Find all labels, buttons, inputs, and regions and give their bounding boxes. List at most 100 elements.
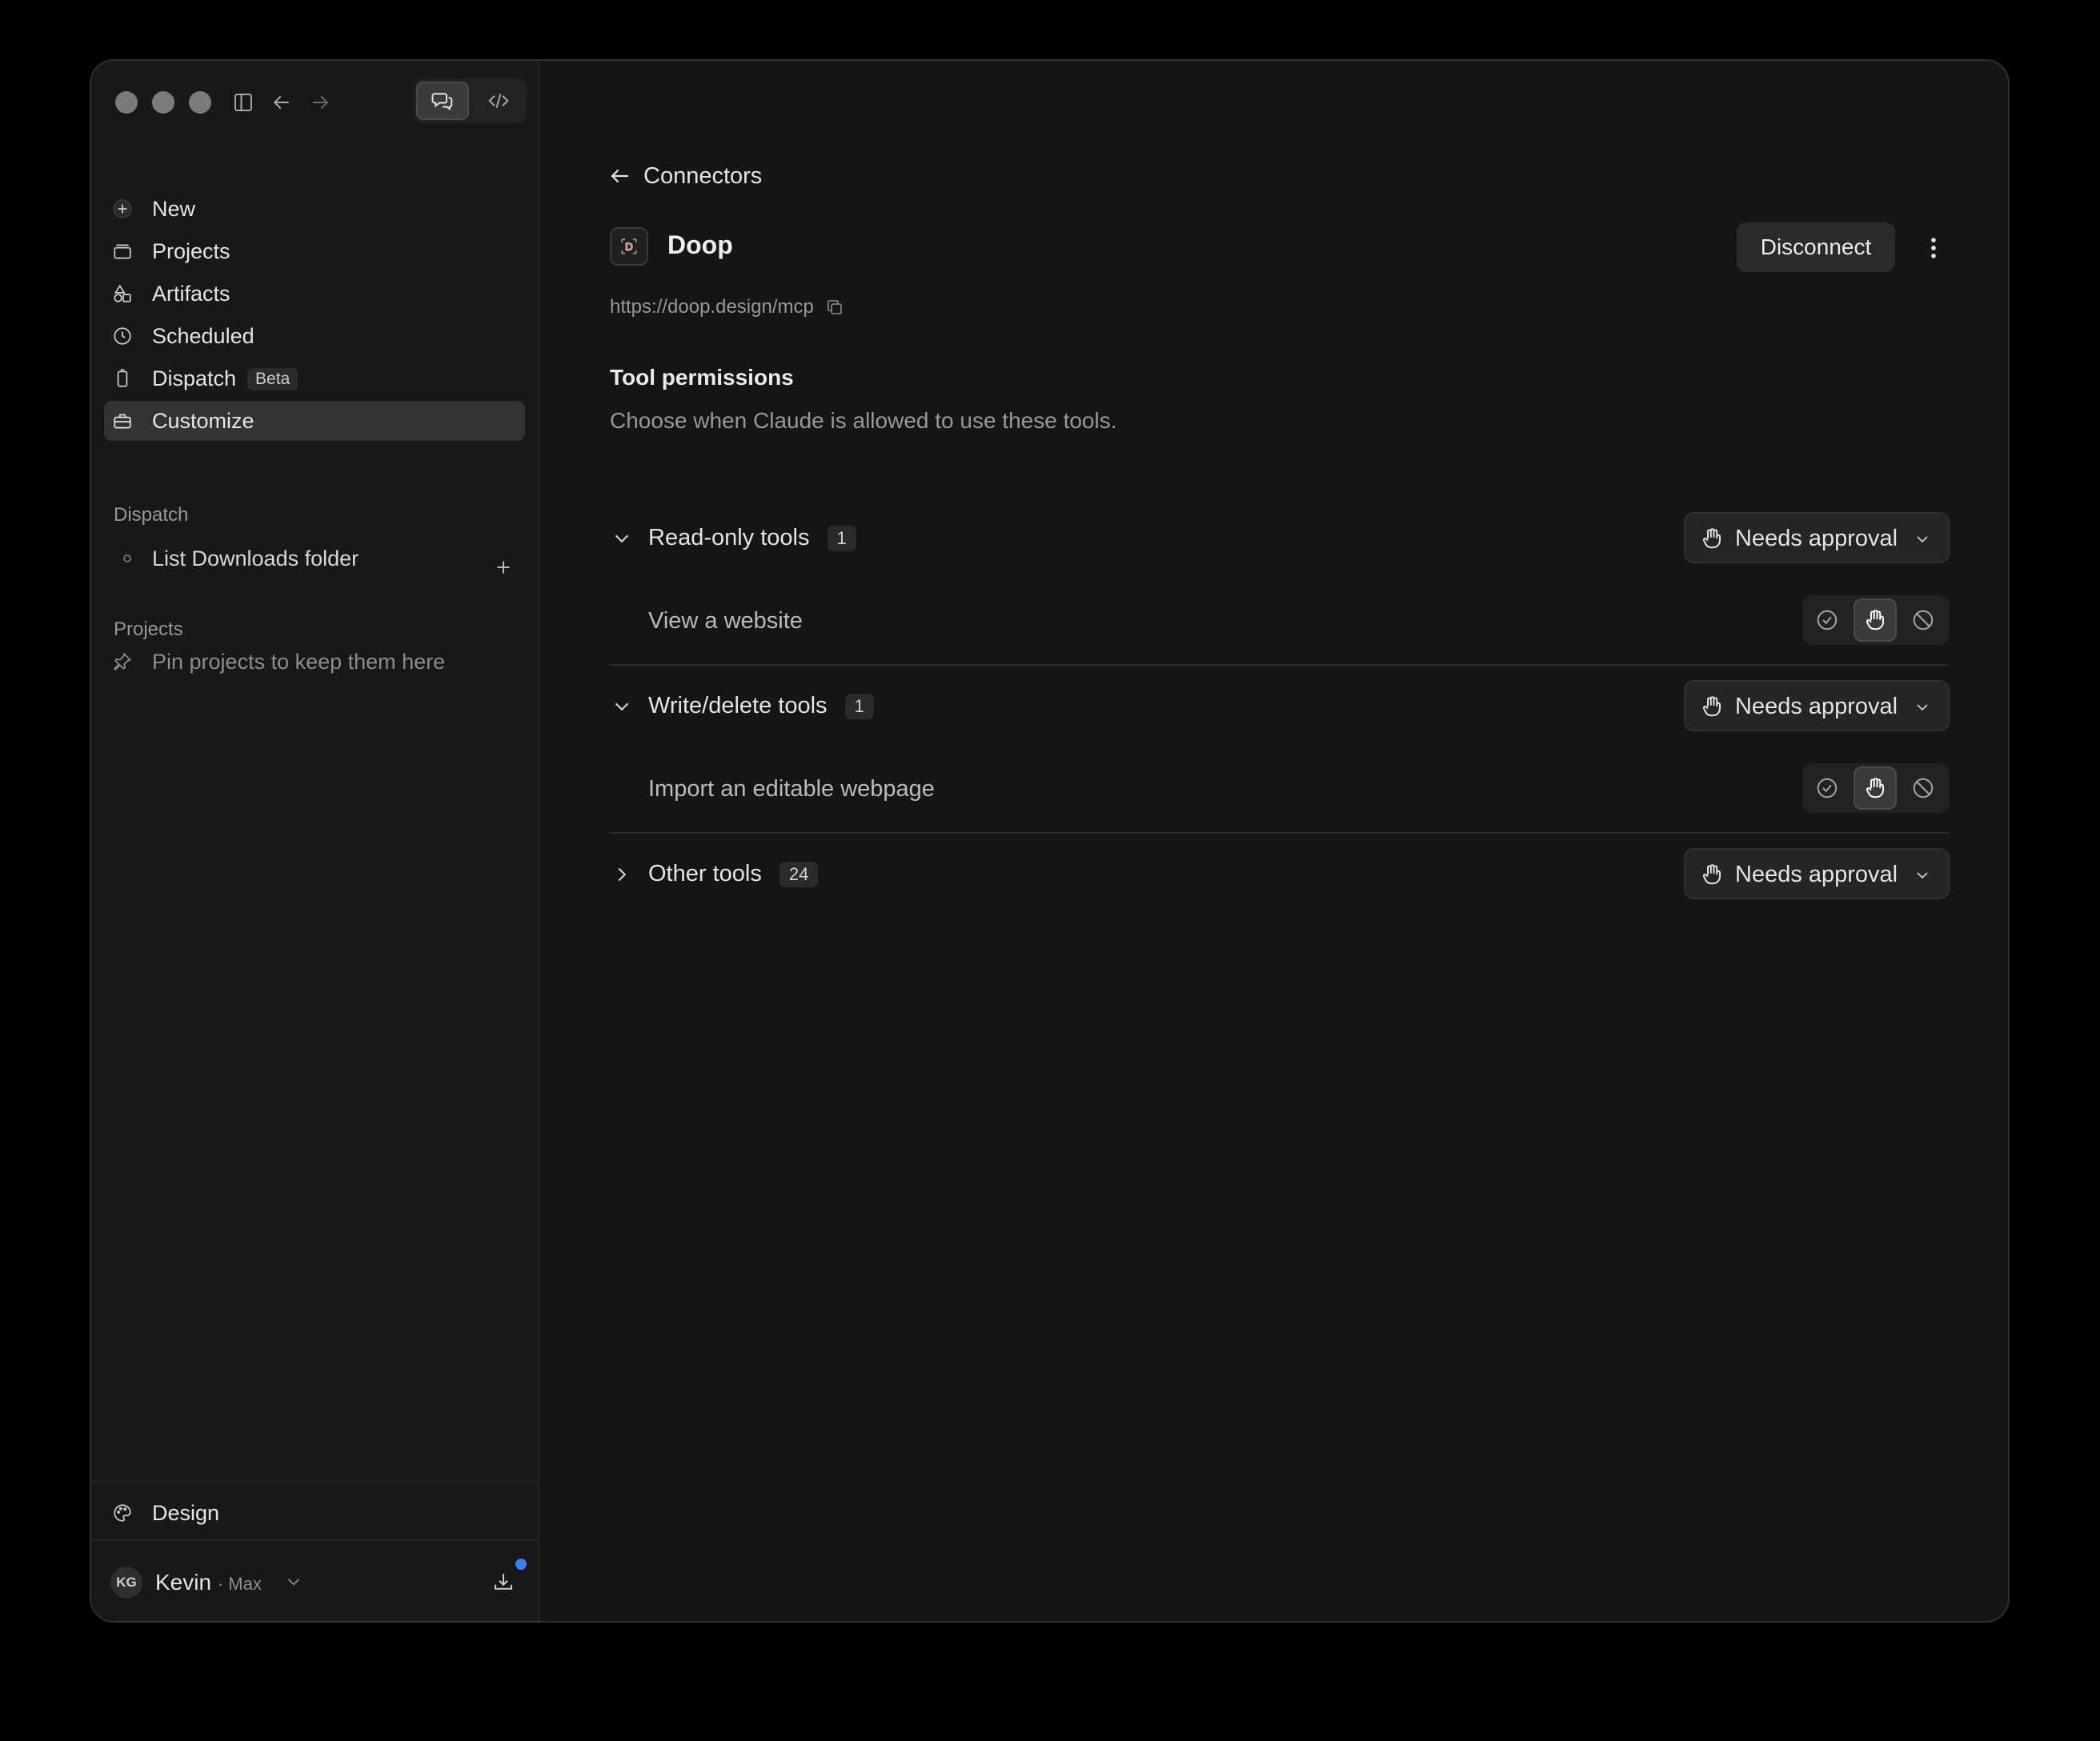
arrow-left-icon: [611, 169, 628, 183]
count-badge: 1: [827, 525, 856, 551]
beta-badge: Beta: [247, 368, 299, 391]
group-label: Other tools: [648, 861, 762, 887]
nav-projects[interactable]: Projects: [104, 231, 525, 271]
chat-bubbles-icon: [431, 93, 453, 110]
group-label-wrap[interactable]: Other tools 24: [648, 861, 819, 887]
block-button[interactable]: [1902, 598, 1945, 642]
chevron-down-icon[interactable]: [610, 526, 634, 550]
needs-approval-button[interactable]: [1854, 766, 1897, 810]
user-plan: · Max: [217, 1574, 262, 1594]
always-allow-button[interactable]: [1805, 598, 1849, 642]
status-dot: [123, 554, 131, 562]
forward-arrow-icon[interactable]: [306, 88, 335, 117]
permission-segmented-control: [1802, 763, 1950, 813]
hand-icon: [1702, 696, 1721, 717]
block-icon: [1913, 610, 1934, 630]
user-name: Kevin: [155, 1570, 212, 1595]
group-label-wrap[interactable]: Read-only tools 1: [648, 525, 856, 551]
dispatch-item-list-downloads[interactable]: List Downloads folder: [104, 538, 525, 578]
row-divider: [610, 832, 1950, 834]
sidebar-divider: [91, 1480, 538, 1482]
always-allow-button[interactable]: [1805, 766, 1849, 810]
connector-name: Doop: [667, 230, 733, 259]
sidebar: New Projects Artifacts Scheduled Dispatc…: [91, 61, 539, 1621]
back-arrow-icon[interactable]: [267, 88, 296, 117]
approval-dropdown[interactable]: Needs approval: [1684, 848, 1950, 899]
nav-artifacts[interactable]: Artifacts: [104, 274, 525, 314]
hand-icon: [1702, 864, 1721, 885]
block-icon: [1913, 778, 1934, 798]
hand-icon: [1702, 528, 1721, 549]
group-read-only: Read-only tools 1 Needs approval: [610, 512, 1950, 565]
tool-row: View a website: [610, 595, 1950, 646]
approval-dropdown[interactable]: Needs approval: [1684, 512, 1950, 563]
group-label: Write/delete tools: [648, 693, 828, 718]
row-divider: [610, 664, 1950, 666]
group-write-delete: Write/delete tools 1 Needs approval: [610, 680, 1950, 733]
nav-new-label: New: [152, 196, 196, 221]
connector-url-row: https://doop.design/mcp: [610, 296, 844, 318]
copy-icon[interactable]: [825, 298, 844, 317]
permission-segmented-control: [1802, 595, 1950, 645]
clock-icon: [112, 326, 133, 346]
nav-scheduled-label: Scheduled: [152, 323, 254, 348]
chat-mode-button[interactable]: [416, 82, 469, 120]
chevron-down-icon[interactable]: [283, 1571, 304, 1592]
group-other: Other tools 24 Needs approval: [610, 848, 1950, 901]
design-label: Design: [152, 1500, 220, 1525]
nav-artifacts-label: Artifacts: [152, 281, 230, 306]
tool-label: View a website: [648, 608, 803, 634]
more-options-button[interactable]: [1918, 230, 1950, 266]
design-button[interactable]: Design: [104, 1493, 525, 1533]
approval-dropdown[interactable]: Needs approval: [1684, 680, 1950, 731]
tool-permissions-description: Choose when Claude is allowed to use the…: [610, 408, 1117, 433]
tool-row: Import an editable webpage: [610, 763, 1950, 814]
user-menu[interactable]: KG Kevin · Max: [91, 1539, 538, 1621]
projects-empty-hint: Pin projects to keep them here: [104, 642, 525, 682]
nav-dispatch[interactable]: Dispatch Beta: [104, 358, 525, 398]
dispatch-section-title: Dispatch: [114, 504, 189, 526]
folder-icon: [112, 241, 133, 262]
chevron-right-icon[interactable]: [610, 862, 634, 887]
nav-dispatch-label: Dispatch: [152, 366, 237, 390]
pin-icon: [112, 651, 133, 672]
phone-icon: [112, 368, 133, 389]
add-project-button[interactable]: [491, 555, 515, 579]
sidebar-toggle-icon[interactable]: [229, 88, 258, 117]
user-name-group: Kevin · Max: [155, 1570, 262, 1595]
nav-scheduled[interactable]: Scheduled: [104, 316, 525, 356]
nav-new[interactable]: New: [104, 189, 525, 229]
count-badge: 24: [779, 861, 819, 887]
group-label-wrap[interactable]: Write/delete tools 1: [648, 693, 874, 719]
check-circle-icon: [1817, 610, 1838, 630]
chevron-down-icon: [1917, 536, 1928, 543]
needs-approval-button[interactable]: [1854, 598, 1897, 642]
disconnect-button[interactable]: Disconnect: [1737, 222, 1895, 272]
nav-customize-label: Customize: [152, 408, 254, 433]
more-vertical-icon: [1931, 238, 1936, 258]
back-to-connectors-link[interactable]: Connectors: [608, 160, 762, 192]
mode-toggle: [415, 78, 527, 123]
app-window: New Projects Artifacts Scheduled Dispatc…: [90, 59, 2010, 1623]
projects-section-title: Projects: [114, 618, 183, 640]
connector-url: https://doop.design/mcp: [610, 296, 814, 318]
window-zoom-button[interactable]: [189, 91, 211, 114]
tool-permissions-title: Tool permissions: [610, 365, 794, 390]
block-button[interactable]: [1902, 766, 1945, 810]
nav-customize[interactable]: Customize: [104, 401, 525, 441]
hand-icon: [1866, 610, 1884, 630]
window-minimize-button[interactable]: [152, 91, 174, 114]
notification-dot: [515, 1559, 527, 1570]
back-link-label: Connectors: [643, 162, 763, 189]
chevron-down-icon: [1917, 872, 1928, 879]
window-close-button[interactable]: [115, 91, 138, 114]
main-panel: Connectors D Doop Disconnect https://doo…: [539, 61, 2008, 1621]
group-label: Read-only tools: [648, 525, 810, 550]
approval-dropdown-label: Needs approval: [1735, 526, 1898, 551]
download-icon[interactable]: [491, 1570, 515, 1594]
chevron-down-icon[interactable]: [610, 694, 634, 718]
dispatch-item-label: List Downloads folder: [152, 546, 359, 570]
nav-projects-label: Projects: [152, 238, 230, 263]
connector-logo-letter: D: [625, 241, 633, 253]
code-mode-button[interactable]: [472, 82, 525, 120]
